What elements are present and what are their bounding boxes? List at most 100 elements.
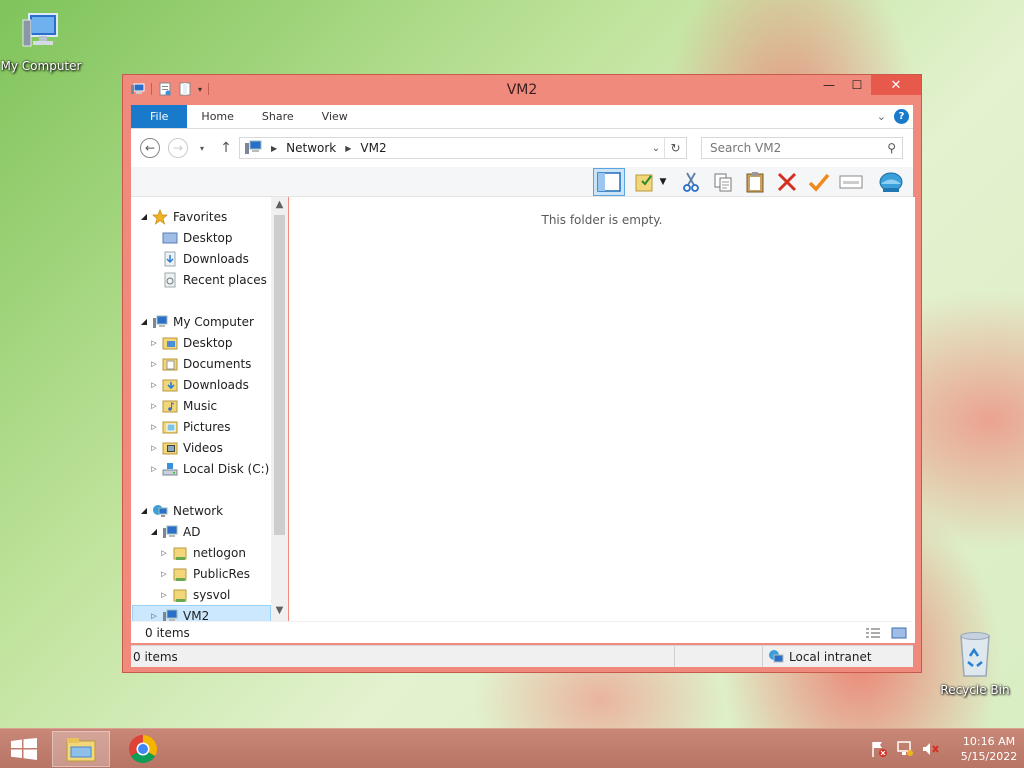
breadcrumb-separator-icon[interactable]: ▶ — [271, 144, 277, 153]
breadcrumb-separator-icon[interactable]: ▶ — [345, 144, 351, 153]
delete-x-icon — [777, 172, 797, 192]
scroll-down-icon[interactable]: ▼ — [271, 605, 288, 616]
scissors-icon — [683, 172, 699, 192]
action-center-flag-icon[interactable] — [869, 740, 889, 758]
desktop-icon-my-computer[interactable]: My Computer — [0, 10, 82, 73]
nav-favorites-recent-places[interactable]: Recent places — [149, 269, 267, 290]
nav-favorites-desktop[interactable]: Desktop — [149, 227, 233, 248]
rename-button[interactable] — [807, 170, 831, 194]
network-icon — [153, 504, 168, 517]
expand-arrow-icon[interactable]: ▷ — [159, 549, 169, 557]
delete-button[interactable] — [775, 170, 799, 194]
nav-mc-downloads[interactable]: ▷ Downloads — [149, 374, 249, 395]
copy-button[interactable] — [711, 170, 735, 194]
start-button[interactable] — [10, 738, 38, 760]
breadcrumb-vm2[interactable]: VM2 — [360, 141, 386, 155]
address-bar[interactable]: ▶ Network ▶ VM2 ⌄ ↻ — [239, 137, 687, 159]
network-status-icon[interactable] — [895, 740, 915, 758]
windows-logo-icon — [11, 738, 37, 760]
nav-favorites-downloads[interactable]: Downloads — [149, 248, 249, 269]
desktop-icon-label: Recycle Bin — [940, 683, 1010, 697]
computer-icon — [0, 10, 82, 57]
expand-arrow-icon[interactable]: ▷ — [149, 339, 159, 347]
expand-arrow-icon[interactable]: ▷ — [159, 570, 169, 578]
collapse-arrow-icon[interactable]: ◢ — [139, 317, 149, 326]
nav-mc-music[interactable]: ▷ Music — [149, 395, 217, 416]
nav-network-ad[interactable]: ◢ AD — [149, 521, 201, 542]
nav-network[interactable]: ◢ Network — [139, 500, 223, 521]
speaker-muted-icon[interactable] — [921, 740, 941, 758]
refresh-icon[interactable]: ↻ — [664, 138, 686, 158]
breadcrumb-network[interactable]: Network — [286, 141, 336, 155]
nav-ad-netlogon[interactable]: ▷ netlogon — [159, 542, 246, 563]
details-view-icon[interactable] — [865, 627, 881, 639]
navigation-pane: ◢ Favorites Desktop Downloads Recent pla… — [131, 197, 288, 643]
collapse-arrow-icon[interactable]: ◢ — [139, 212, 149, 221]
desktop-icon-recycle-bin[interactable]: Recycle Bin — [934, 630, 1016, 697]
desktop-folder-icon — [162, 337, 178, 349]
recent-locations-button[interactable]: ▾ — [191, 137, 213, 159]
collapse-arrow-icon[interactable]: ◢ — [139, 506, 149, 515]
chevron-down-icon[interactable]: ▼ — [657, 170, 669, 194]
back-button[interactable]: ← — [139, 137, 161, 159]
expand-arrow-icon[interactable]: ▷ — [149, 465, 159, 473]
clock-date: 5/15/2022 — [960, 750, 1018, 763]
computer-icon — [153, 315, 168, 328]
up-button[interactable]: ↑ — [215, 137, 237, 159]
nav-mc-desktop[interactable]: ▷ Desktop — [149, 332, 232, 353]
expand-arrow-icon[interactable]: ▷ — [149, 402, 159, 410]
explorer-window: ▾ VM2 — ☐ ✕ File Home Share View ⌄ ? ← →… — [122, 74, 922, 673]
taskbar-chrome[interactable] — [114, 731, 172, 767]
preview-pane-button[interactable] — [593, 168, 625, 196]
network-globe-button[interactable] — [879, 170, 903, 194]
nav-mc-pictures[interactable]: ▷ Pictures — [149, 416, 230, 437]
close-button[interactable]: ✕ — [871, 75, 921, 95]
clock-time: 10:16 AM — [962, 735, 1016, 748]
properties-button[interactable] — [839, 170, 863, 194]
system-clock[interactable]: 10:16 AM 5/15/2022 — [954, 734, 1024, 764]
scroll-up-icon[interactable]: ▲ — [271, 199, 288, 210]
minimize-button[interactable]: — — [815, 75, 843, 95]
nav-scrollbar[interactable]: ▲ ▼ — [271, 197, 288, 643]
search-icon: ⚲ — [887, 141, 896, 155]
expand-arrow-icon[interactable]: ▷ — [159, 591, 169, 599]
file-list-area[interactable]: This folder is empty. — [289, 197, 915, 643]
cut-button[interactable] — [679, 170, 703, 194]
globe-icon — [879, 172, 903, 192]
large-icons-view-icon[interactable] — [891, 627, 907, 639]
help-icon[interactable]: ? — [894, 109, 909, 124]
tab-view[interactable]: View — [308, 105, 362, 128]
expand-arrow-icon[interactable]: ▷ — [149, 423, 159, 431]
expand-arrow-icon[interactable]: ▷ — [149, 444, 159, 452]
back-arrow-icon: ← — [140, 138, 160, 158]
address-dropdown-icon[interactable]: ⌄ — [648, 143, 664, 154]
maximize-button[interactable]: ☐ — [843, 75, 871, 95]
tab-file[interactable]: File — [131, 105, 188, 128]
nav-mc-documents[interactable]: ▷ Documents — [149, 353, 251, 374]
tab-home[interactable]: Home — [187, 105, 247, 128]
nav-ad-publicres[interactable]: ▷ PublicRes — [159, 563, 250, 584]
nav-ad-sysvol[interactable]: ▷ sysvol — [159, 584, 230, 605]
nav-mc-local-disk[interactable]: ▷ Local Disk (C:) — [149, 458, 269, 479]
details-bar: 0 items — [131, 621, 913, 643]
desktop-icon — [162, 232, 178, 243]
recycle-bin-icon — [934, 630, 1016, 681]
title-bar[interactable]: ▾ VM2 — ☐ ✕ — [123, 75, 921, 105]
expand-arrow-icon[interactable]: ▷ — [149, 612, 159, 620]
nav-my-computer[interactable]: ◢ My Computer — [139, 311, 254, 332]
nav-mc-videos[interactable]: ▷ Videos — [149, 437, 223, 458]
collapse-arrow-icon[interactable]: ◢ — [149, 527, 159, 536]
paste-button[interactable] — [743, 170, 767, 194]
recent-places-icon — [164, 272, 176, 287]
select-folder-button[interactable] — [633, 170, 657, 194]
search-input[interactable]: Search VM2 ⚲ — [701, 137, 903, 159]
expand-arrow-icon[interactable]: ▷ — [149, 360, 159, 368]
nav-favorites[interactable]: ◢ Favorites — [139, 206, 227, 227]
expand-ribbon-icon[interactable]: ⌄ — [877, 110, 886, 123]
copy-icon — [714, 173, 732, 192]
tab-share[interactable]: Share — [248, 105, 308, 128]
scroll-thumb[interactable] — [274, 215, 285, 535]
taskbar-file-explorer[interactable] — [52, 731, 110, 767]
expand-arrow-icon[interactable]: ▷ — [149, 381, 159, 389]
forward-button[interactable]: → — [167, 137, 189, 159]
